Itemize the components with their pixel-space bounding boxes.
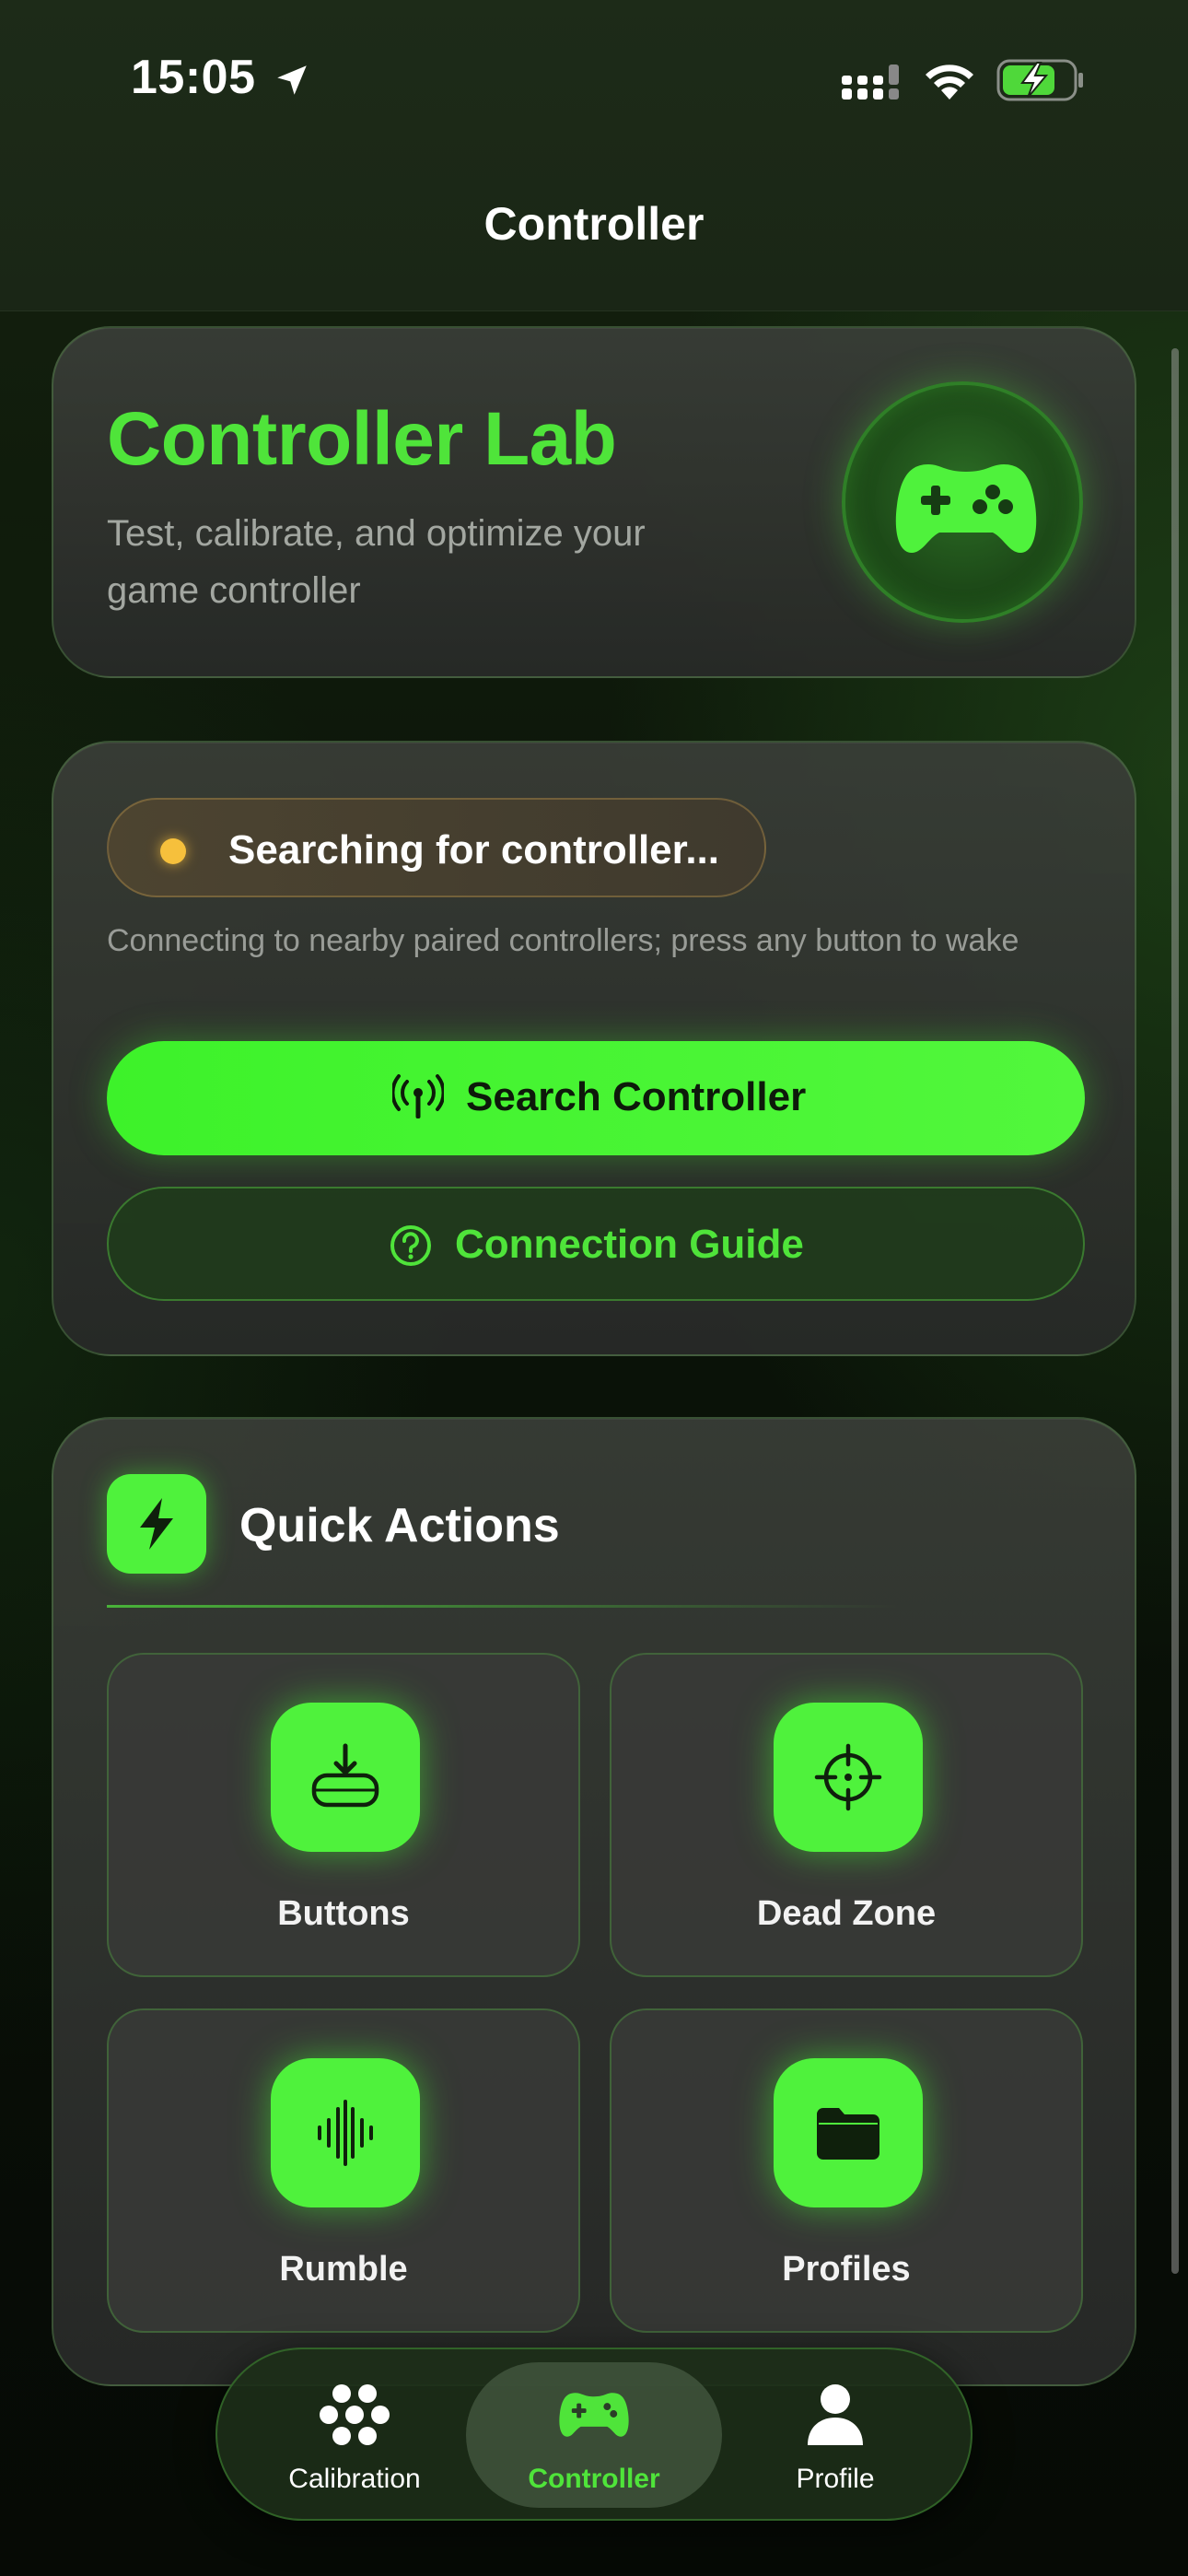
tab-label: Profile <box>796 2464 875 2494</box>
tab-bar: Calibration Controller Profile <box>215 2348 973 2521</box>
connection-status-pill: Searching for controller... <box>107 798 766 897</box>
quick-actions-title: Quick Actions <box>239 1499 560 1552</box>
wifi-icon <box>926 64 973 100</box>
crosshair-icon <box>814 1743 882 1811</box>
quick-actions-divider <box>107 1605 899 1608</box>
connection-card: Searching for controller... Connecting t… <box>52 741 1136 1356</box>
question-circle-icon <box>390 1225 431 1266</box>
tab-calibration[interactable]: Calibration <box>227 2362 483 2508</box>
scrollbar[interactable] <box>1171 348 1179 2274</box>
tile-icon-box <box>774 1703 923 1852</box>
action-tile-label: Dead Zone <box>756 1894 937 1933</box>
tab-label: Controller <box>528 2464 660 2494</box>
tab-profile[interactable]: Profile <box>707 2362 963 2508</box>
connection-guide-button[interactable]: Connection Guide <box>107 1187 1085 1301</box>
page-title: Controller <box>483 198 705 250</box>
action-tile-dead-zone[interactable]: Dead Zone <box>610 1653 1083 1977</box>
action-tile-label: Buttons <box>277 1894 410 1933</box>
connection-helper-text: Connecting to nearby paired controllers;… <box>107 923 1019 958</box>
location-arrow-icon <box>277 65 307 95</box>
lightning-bolt-icon <box>140 1498 173 1550</box>
button-press-icon <box>311 1743 379 1808</box>
person-icon <box>808 2384 863 2445</box>
hero-title: Controller Lab <box>107 397 617 481</box>
status-time: 15:05 <box>131 51 256 104</box>
search-controller-button[interactable]: Search Controller <box>107 1041 1085 1155</box>
gamepad-icon <box>895 464 1037 553</box>
tab-controller[interactable]: Controller <box>466 2362 722 2508</box>
cellular-signal-icon <box>842 64 899 100</box>
action-tile-label: Profiles <box>782 2250 911 2289</box>
app-screen: 15:05 Controller Controller Lab Test, ca… <box>0 0 1188 2576</box>
top-bar: 15:05 Controller <box>0 0 1188 311</box>
action-tile-profiles[interactable]: Profiles <box>610 2008 1083 2333</box>
status-dot-icon <box>160 838 186 864</box>
antenna-broadcast-icon <box>392 1074 444 1118</box>
dots-cluster-icon <box>320 2384 390 2445</box>
action-tile-buttons[interactable]: Buttons <box>107 1653 580 1977</box>
hero-controller-badge <box>842 381 1083 623</box>
action-tile-label: Rumble <box>279 2250 408 2289</box>
tile-icon-box <box>271 1703 420 1852</box>
quick-actions-card: Quick Actions Buttons Dead Zone Rumble P… <box>52 1417 1136 2386</box>
tile-icon-box <box>271 2058 420 2207</box>
hero-subtitle: Test, calibrate, and optimize your game … <box>107 513 646 611</box>
quick-actions-badge <box>107 1474 206 1574</box>
tile-icon-box <box>774 2058 923 2207</box>
connection-status-text: Searching for controller... <box>228 827 720 872</box>
battery-charging-icon <box>996 59 1083 101</box>
connection-guide-label: Connection Guide <box>455 1222 804 1267</box>
search-controller-label: Search Controller <box>466 1074 807 1119</box>
folder-icon <box>817 2108 879 2160</box>
gamepad-icon <box>559 2393 629 2437</box>
waveform-icon <box>318 2100 373 2166</box>
tab-label: Calibration <box>288 2464 421 2494</box>
action-tile-rumble[interactable]: Rumble <box>107 2008 580 2333</box>
hero-card: Controller Lab Test, calibrate, and opti… <box>52 326 1136 678</box>
